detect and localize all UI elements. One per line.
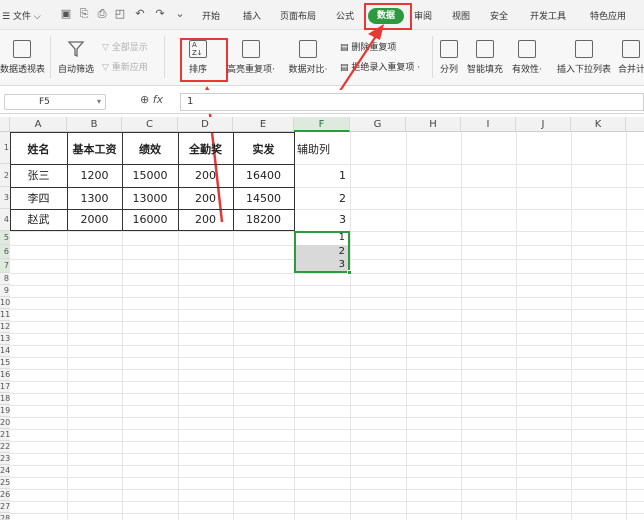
row-header[interactable]: 4 — [0, 209, 10, 231]
grid-line — [10, 405, 644, 406]
table-cell[interactable]: 200 — [178, 164, 233, 188]
formula-tools: ⊕ fx — [140, 93, 163, 106]
grid-line — [10, 441, 644, 442]
grid-line — [10, 333, 644, 334]
row-header[interactable]: 5 — [0, 231, 10, 245]
grid-line — [406, 132, 407, 520]
row-header[interactable]: 17 — [0, 381, 10, 393]
row-header[interactable]: 1 — [0, 132, 10, 164]
column-header-e[interactable]: E — [233, 117, 294, 132]
column-header-c[interactable]: C — [122, 117, 178, 132]
row-header[interactable]: 21 — [0, 429, 10, 441]
selected-cell[interactable]: 1 — [297, 232, 345, 243]
grid-line — [10, 285, 644, 286]
grid-line — [10, 309, 644, 310]
grid-line — [626, 132, 627, 520]
table-cell[interactable]: 3 — [294, 208, 350, 232]
table-cell[interactable]: 15000 — [122, 164, 178, 188]
row-header[interactable]: 7 — [0, 259, 10, 273]
row-header[interactable]: 13 — [0, 333, 10, 345]
chevron-down-icon[interactable]: ▾ — [97, 95, 101, 109]
column-header-j[interactable]: J — [516, 117, 571, 132]
name-box[interactable]: F5 ▾ — [4, 94, 106, 110]
grid-line — [10, 465, 644, 466]
row-header[interactable]: 26 — [0, 489, 10, 501]
name-box-value: F5 — [39, 97, 50, 107]
row-header[interactable]: 14 — [0, 345, 10, 357]
selected-cell[interactable]: 2 — [297, 246, 345, 257]
column-header-d[interactable]: D — [178, 117, 233, 132]
table-cell[interactable]: 16400 — [233, 164, 294, 188]
grid-line — [10, 417, 644, 418]
header-cell-attendance[interactable]: 全勤奖 — [178, 138, 233, 162]
grid-line — [10, 273, 644, 274]
table-border-top — [10, 132, 294, 133]
row-header[interactable]: 16 — [0, 369, 10, 381]
row-header[interactable]: 9 — [0, 285, 10, 297]
column-header-k[interactable]: K — [571, 117, 626, 132]
selected-cell[interactable]: 3 — [297, 259, 345, 270]
row-header[interactable]: 12 — [0, 321, 10, 333]
table-cell[interactable]: 18200 — [233, 208, 294, 232]
row-header[interactable]: 27 — [0, 501, 10, 513]
row-header[interactable]: 8 — [0, 273, 10, 285]
table-cell[interactable]: 2000 — [67, 208, 122, 232]
row-header[interactable]: 15 — [0, 357, 10, 369]
header-cell-base-salary[interactable]: 基本工资 — [67, 138, 122, 162]
grid-line — [10, 297, 644, 298]
header-cell-performance[interactable]: 绩效 — [122, 138, 178, 162]
grid-line — [10, 489, 644, 490]
grid-line — [10, 513, 644, 514]
table-cell[interactable]: 200 — [178, 208, 233, 232]
grid-line — [10, 357, 644, 358]
row-header[interactable]: 2 — [0, 164, 10, 187]
grid-line — [10, 477, 644, 478]
row-header[interactable]: 19 — [0, 405, 10, 417]
row-header[interactable]: 24 — [0, 465, 10, 477]
column-header-i[interactable]: I — [461, 117, 516, 132]
row-header[interactable]: 22 — [0, 441, 10, 453]
formula-input[interactable]: 1 — [180, 93, 644, 111]
grid-line — [461, 132, 462, 520]
column-header-h[interactable]: H — [406, 117, 461, 132]
grid-line — [10, 429, 644, 430]
grid-line — [10, 453, 644, 454]
fx-icon[interactable]: fx — [153, 93, 163, 106]
column-header-g[interactable]: G — [350, 117, 406, 132]
column-header-overflow — [626, 117, 644, 132]
header-cell-name[interactable]: 姓名 — [10, 138, 67, 162]
header-cell-helper-column[interactable]: 辅助列 — [297, 138, 350, 162]
grid-line — [350, 132, 351, 520]
fill-handle[interactable] — [347, 270, 352, 275]
row-header[interactable]: 10 — [0, 297, 10, 309]
row-header[interactable]: 18 — [0, 393, 10, 405]
grid-line — [516, 132, 517, 520]
row-header[interactable]: 23 — [0, 453, 10, 465]
row-header[interactable]: 20 — [0, 417, 10, 429]
grid-line — [10, 369, 644, 370]
grid-line — [10, 501, 644, 502]
select-all-corner[interactable] — [0, 117, 10, 132]
row-header[interactable]: 28 — [0, 513, 10, 520]
grid-line — [10, 393, 644, 394]
row-header[interactable]: 11 — [0, 309, 10, 321]
grid-line — [10, 381, 644, 382]
row-header[interactable]: 3 — [0, 187, 10, 209]
zoom-formula-icon[interactable]: ⊕ — [140, 93, 149, 106]
table-cell[interactable]: 1200 — [67, 164, 122, 188]
header-cell-actual-pay[interactable]: 实发 — [233, 138, 294, 162]
table-cell[interactable]: 张三 — [10, 164, 67, 188]
table-cell[interactable]: 16000 — [122, 208, 178, 232]
column-header-a[interactable]: A — [10, 117, 67, 132]
grid-line — [10, 321, 644, 322]
grid-line — [571, 132, 572, 520]
arrow-to-data-tab — [333, 24, 384, 101]
row-header[interactable]: 25 — [0, 477, 10, 489]
grid-line — [10, 345, 644, 346]
row-header[interactable]: 6 — [0, 245, 10, 259]
table-cell[interactable]: 赵武 — [10, 208, 67, 232]
column-header-b[interactable]: B — [67, 117, 122, 132]
table-cell[interactable]: 1 — [294, 164, 350, 188]
column-header-f[interactable]: F — [294, 117, 350, 132]
